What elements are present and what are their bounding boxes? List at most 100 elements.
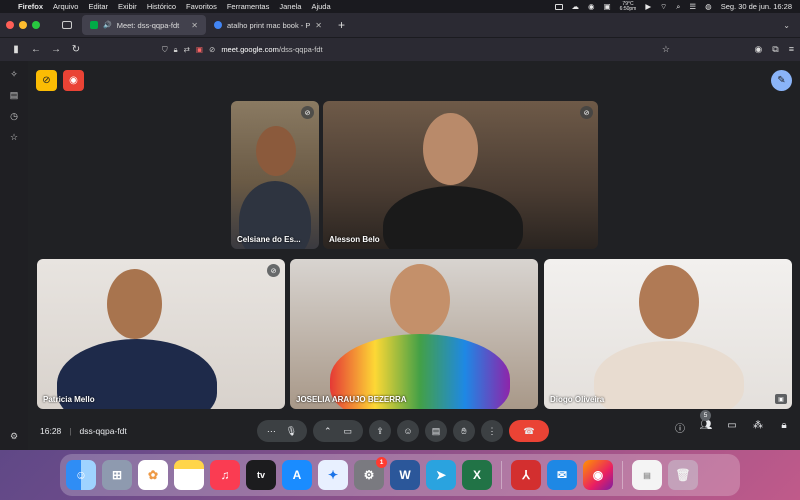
document-icon[interactable]: ▤: [632, 460, 662, 490]
firefox-window: 🔊 Meet: dss-qqpa-fdt ✕ atalho print mac …: [0, 13, 800, 450]
more-dots-icon[interactable]: ⋯: [267, 426, 276, 437]
people-icon[interactable]: 👥︎ 5: [698, 410, 714, 435]
wifi-icon[interactable]: ⌔: [660, 2, 667, 12]
cloud-icon[interactable]: ☁: [572, 2, 580, 11]
control-center-icon[interactable]: ☰: [689, 2, 696, 11]
participant-tile-patricia[interactable]: ⊘ Patricia Mello: [37, 259, 285, 409]
minimize-window-button[interactable]: [19, 21, 27, 29]
separator: |: [69, 426, 72, 436]
more-vert-icon: ⋮: [487, 425, 497, 436]
participant-tile-celsiane[interactable]: ⊘ Celsiane do Es...: [231, 101, 319, 249]
safari-icon[interactable]: ✦: [318, 460, 348, 490]
new-tab-button[interactable]: +: [338, 18, 345, 32]
ai-chat-icon[interactable]: ✧: [10, 69, 18, 80]
reader-icon[interactable]: ▤: [10, 90, 19, 101]
gear-icon[interactable]: ⚙: [10, 431, 18, 442]
recording-icon[interactable]: ◉: [63, 70, 84, 91]
bookmarks-icon[interactable]: ☆: [10, 132, 18, 143]
url-bar[interactable]: ⛉ 🔒︎ ⇄ ▣ ⊘ meet.google.com/dss-qqpa-fdt …: [156, 41, 676, 59]
permissions-icon[interactable]: ⇄: [184, 45, 190, 54]
menu-arquivo[interactable]: Arquivo: [53, 2, 78, 11]
excel-icon[interactable]: X: [462, 460, 492, 490]
account-icon[interactable]: ◉: [754, 44, 762, 55]
tab-title: atalho print mac book - Pesqui: [227, 20, 311, 30]
mic-control[interactable]: ⋯ 🎙︎: [257, 420, 307, 442]
lock-icon[interactable]: 🔒︎: [174, 45, 178, 55]
chevron-down-icon[interactable]: ⌄: [783, 21, 790, 30]
info-icon[interactable]: ⓘ: [672, 420, 688, 435]
telegram-icon[interactable]: ➤: [426, 460, 456, 490]
siri-icon[interactable]: ◍: [705, 2, 712, 11]
participant-tile-diogo[interactable]: ▣ Diogo Oliveira: [544, 259, 792, 409]
screen-icon[interactable]: [554, 3, 563, 10]
menu-favoritos[interactable]: Favoritos: [186, 2, 217, 11]
menu-icon[interactable]: ≡: [789, 44, 794, 55]
shield-icon[interactable]: ⛉: [162, 45, 168, 55]
menu-ajuda[interactable]: Ajuda: [311, 2, 330, 11]
firefox-icon[interactable]: ◉: [583, 460, 613, 490]
tab-search[interactable]: atalho print mac book - Pesqui ✕: [206, 15, 330, 35]
back-button[interactable]: ←: [26, 44, 46, 55]
bookmark-star-icon[interactable]: ☆: [662, 44, 670, 55]
camera-blocked-icon[interactable]: ▣: [196, 45, 203, 54]
present-icon: ⇪: [376, 425, 384, 436]
zoom-window-button[interactable]: [32, 21, 40, 29]
present-button[interactable]: ⇪: [369, 420, 391, 442]
music-icon[interactable]: ♫: [210, 460, 240, 490]
acrobat-icon[interactable]: ⅄: [511, 460, 541, 490]
more-options-button[interactable]: ⋮: [481, 420, 503, 442]
mail-icon[interactable]: ✉: [547, 460, 577, 490]
forward-button[interactable]: →: [46, 44, 66, 55]
close-tab-icon[interactable]: ✕: [315, 21, 322, 30]
menubar-app-name[interactable]: Firefox: [18, 2, 43, 11]
trash-icon[interactable]: 🗑︎: [668, 460, 698, 490]
chat-icon[interactable]: ▭: [724, 420, 740, 435]
sidebar-toggle-icon[interactable]: ▮: [6, 44, 26, 55]
activities-icon[interactable]: ⁂: [750, 420, 766, 435]
dock-divider: [622, 461, 623, 489]
tab-meet[interactable]: 🔊 Meet: dss-qqpa-fdt ✕: [82, 15, 206, 35]
reload-button[interactable]: ↻: [66, 44, 86, 55]
visual-effects-icon[interactable]: ✎: [771, 70, 792, 91]
toolbar-right: ◉ ⧉ ≡: [754, 44, 794, 55]
pip-icon[interactable]: ▣: [775, 394, 787, 404]
participant-tile-joselia[interactable]: JOSELIA ARAUJO BEZERRA: [290, 259, 538, 409]
launchpad-icon[interactable]: ⊞: [102, 460, 132, 490]
wallet-icon[interactable]: ▣: [604, 2, 611, 11]
reactions-button[interactable]: ☺: [397, 420, 419, 442]
extensions-icon[interactable]: ⧉: [772, 44, 778, 55]
menubar-datetime[interactable]: Seg. 30 de jun. 16:28: [721, 2, 792, 11]
history-icon[interactable]: ◷: [10, 111, 18, 122]
captions-button[interactable]: ▤: [425, 420, 447, 442]
photos-icon[interactable]: ✿: [138, 460, 168, 490]
camera-off-icon[interactable]: ⊘: [36, 70, 57, 91]
camera-icon[interactable]: ▭: [344, 426, 353, 437]
close-window-button[interactable]: [6, 21, 14, 29]
settings-icon[interactable]: ⚙ 1: [354, 457, 387, 490]
appstore-icon[interactable]: A: [282, 460, 312, 490]
close-tab-icon[interactable]: ✕: [191, 21, 198, 30]
tab-overview-icon[interactable]: [62, 21, 72, 29]
app-status-icon[interactable]: ◉: [588, 2, 595, 11]
search-icon[interactable]: ⌕: [676, 2, 680, 12]
menu-exibir[interactable]: Exibir: [118, 2, 137, 11]
chevron-up-icon[interactable]: ⌃: [324, 426, 332, 437]
weather-widget[interactable]: 79°C 6:50pm: [620, 1, 637, 12]
leave-call-button[interactable]: ☎: [509, 420, 549, 442]
google-favicon: [214, 21, 222, 29]
menu-janela[interactable]: Janela: [279, 2, 301, 11]
notes-icon[interactable]: [174, 460, 204, 490]
participant-tile-alesson[interactable]: ⊘ Alesson Belo: [323, 101, 598, 249]
play-icon[interactable]: ▶: [645, 2, 651, 11]
microphone-icon[interactable]: 🎙︎: [286, 426, 297, 437]
appletv-icon[interactable]: tv: [246, 460, 276, 490]
finder-icon[interactable]: ☺: [66, 460, 96, 490]
menu-historico[interactable]: Histórico: [147, 2, 176, 11]
host-controls-icon[interactable]: 🔒︎: [776, 420, 792, 435]
mic-blocked-icon[interactable]: ⊘: [209, 45, 215, 54]
word-icon[interactable]: W: [390, 460, 420, 490]
menu-ferramentas[interactable]: Ferramentas: [227, 2, 270, 11]
camera-control[interactable]: ⌃ ▭: [313, 420, 363, 442]
raise-hand-button[interactable]: ✋︎: [453, 420, 475, 442]
menu-editar[interactable]: Editar: [88, 2, 108, 11]
